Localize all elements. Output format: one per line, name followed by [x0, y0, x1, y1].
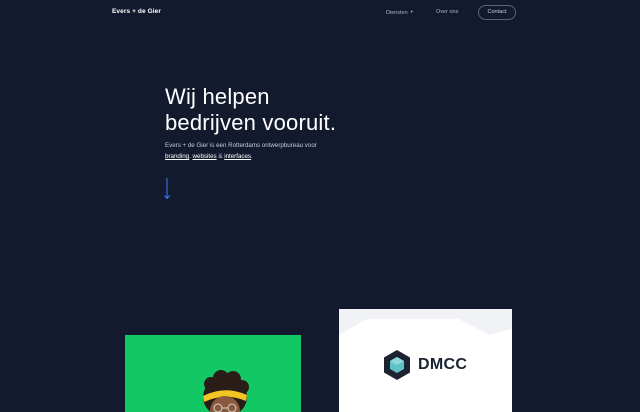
person-photo	[203, 370, 249, 412]
case-card-dmcc[interactable]: DMCC	[339, 309, 512, 412]
dmcc-logo: DMCC	[382, 349, 467, 381]
dmcc-logo-text: DMCC	[418, 356, 468, 373]
hero-desc-text: Evers + de Gier is een Rotterdams ontwer…	[165, 142, 317, 149]
nav-diensten[interactable]: Diensten ▼	[386, 9, 414, 16]
hero-title-line2: bedrijven vooruit.	[165, 110, 337, 135]
arrow-down-icon[interactable]	[163, 178, 171, 200]
hero-description: Evers + de Gier is een Rotterdams ontwer…	[165, 140, 365, 162]
link-branding[interactable]: branding	[165, 153, 189, 160]
desc-end: .	[251, 153, 253, 160]
nav-diensten-label: Diensten	[386, 10, 408, 16]
site-header: Evers + de Gier Diensten ▼ Over ons Conta…	[0, 0, 640, 26]
hero-title-line1: Wij helpen	[165, 84, 270, 109]
contact-button[interactable]: Contact	[478, 5, 516, 20]
hero-title: Wij helpen bedrijven vooruit.	[165, 84, 395, 136]
hexagon-logo-icon	[384, 350, 410, 380]
link-websites[interactable]: websites	[193, 153, 217, 160]
chevron-down-icon: ▼	[409, 9, 414, 14]
link-interfaces[interactable]: interfaces	[224, 153, 251, 160]
case-card-green[interactable]	[125, 335, 301, 412]
site-logo[interactable]: Evers + de Gier	[112, 8, 161, 15]
nav-over-ons[interactable]: Over ons	[436, 9, 458, 15]
